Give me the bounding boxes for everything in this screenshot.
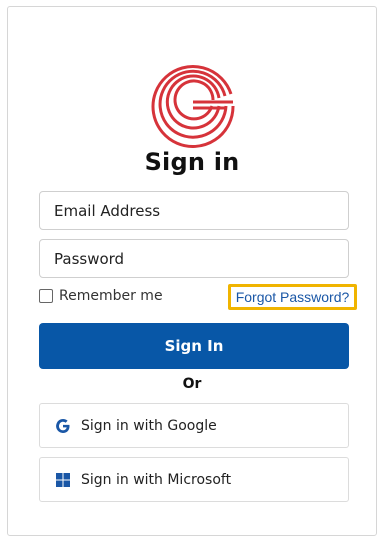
sign-in-microsoft-label: Sign in with Microsoft — [81, 471, 232, 488]
sign-in-microsoft-button[interactable]: Sign in with Microsoft — [39, 457, 349, 502]
remember-me-label: Remember me — [59, 288, 163, 304]
sign-in-google-button[interactable]: Sign in with Google — [39, 403, 349, 448]
windows-icon — [55, 472, 71, 488]
or-divider: Or — [182, 376, 202, 392]
forgot-password-link[interactable]: Forgot Password? — [228, 284, 357, 310]
remember-me-checkbox[interactable] — [39, 289, 53, 303]
brand-logo-icon — [151, 65, 235, 148]
page-title: Sign in — [144, 148, 240, 176]
password-field[interactable] — [39, 239, 349, 278]
email-field[interactable] — [39, 191, 349, 230]
sign-in-button[interactable]: Sign In — [39, 323, 349, 369]
google-icon — [55, 418, 71, 434]
remember-me-option[interactable]: Remember me — [39, 287, 163, 305]
sign-in-google-label: Sign in with Google — [81, 417, 217, 434]
